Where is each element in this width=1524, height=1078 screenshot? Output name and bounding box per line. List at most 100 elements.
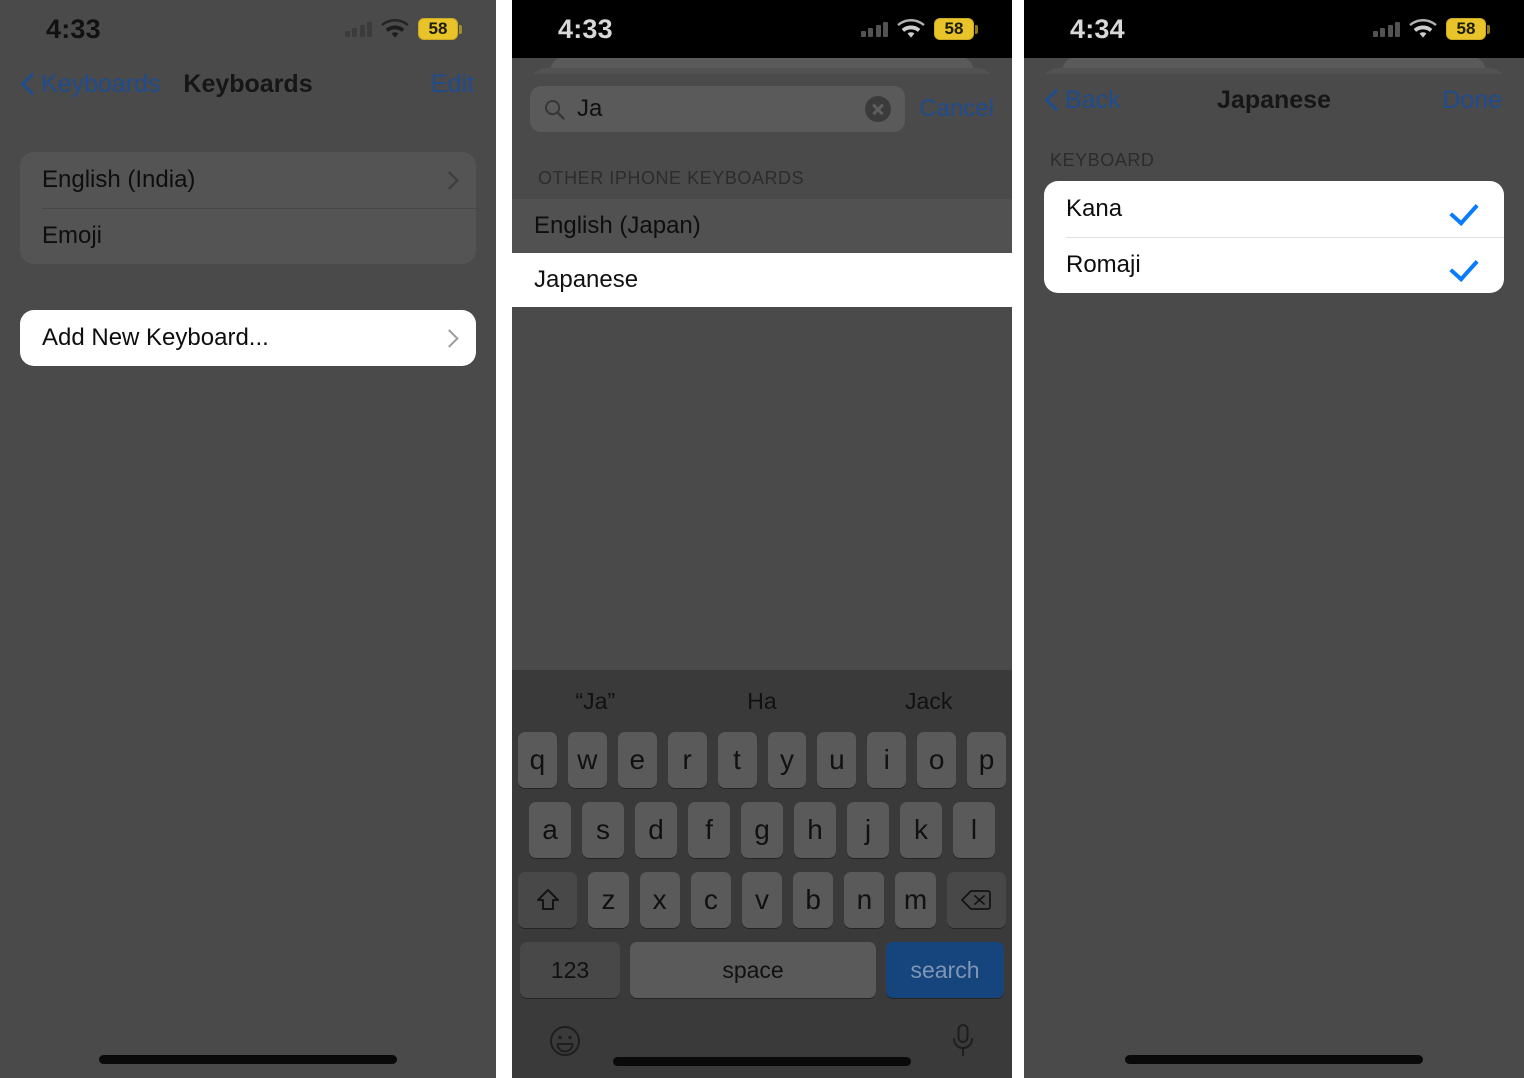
numbers-key[interactable]: 123: [520, 942, 620, 998]
chevron-right-icon: [443, 171, 454, 190]
key-o[interactable]: o: [917, 732, 957, 788]
key-m[interactable]: m: [895, 872, 936, 928]
back-button-label: Back: [1065, 85, 1121, 114]
battery-nub: [459, 24, 462, 34]
home-indicator: [1125, 1055, 1423, 1064]
prediction-1[interactable]: Ha: [679, 688, 846, 715]
emoji-key[interactable]: [548, 1024, 582, 1063]
key-t[interactable]: t: [717, 732, 757, 788]
key-r[interactable]: r: [667, 732, 707, 788]
battery-percent: 58: [418, 18, 458, 40]
battery-nub: [1487, 24, 1490, 34]
key-a[interactable]: a: [529, 802, 571, 858]
battery-percent: 58: [1446, 18, 1486, 40]
add-new-keyboard-card: Add New Keyboard...: [20, 310, 476, 366]
back-button-label: Keyboards: [41, 69, 161, 98]
key-n[interactable]: n: [844, 872, 885, 928]
key-k[interactable]: k: [900, 802, 942, 858]
clear-circle-icon[interactable]: [865, 96, 892, 122]
keyboard-rows: q w e r t y u i o p a s d f g h j k l z …: [512, 732, 1012, 998]
space-key[interactable]: space: [630, 942, 876, 998]
panel-divider: [496, 0, 512, 1078]
wifi-icon: [381, 18, 409, 38]
key-i[interactable]: i: [867, 732, 907, 788]
key-d[interactable]: d: [635, 802, 677, 858]
edit-button[interactable]: Edit: [431, 70, 474, 99]
list-item-label: English (India): [42, 166, 196, 193]
option-row-romaji[interactable]: Romaji: [1044, 237, 1504, 293]
key-x[interactable]: x: [639, 872, 680, 928]
key-y[interactable]: y: [767, 732, 807, 788]
key-b[interactable]: b: [793, 872, 834, 928]
dictation-key[interactable]: [950, 1023, 976, 1064]
done-button-label: Done: [1442, 85, 1502, 114]
key-w[interactable]: w: [567, 732, 607, 788]
status-bar: 4:33 58: [512, 0, 1012, 58]
key-e[interactable]: e: [617, 732, 657, 788]
wifi-icon: [897, 18, 925, 38]
edit-button-label: Edit: [430, 69, 474, 98]
key-f[interactable]: f: [688, 802, 730, 858]
key-z[interactable]: z: [588, 872, 629, 928]
search-input-value: Ja: [577, 95, 603, 122]
add-new-keyboard-label: Add New Keyboard...: [42, 324, 269, 351]
add-keyboard-sheet: Ja Cancel OTHER IPHONE KEYBOARDS English…: [512, 74, 1012, 1078]
chevron-right-icon: [443, 329, 454, 348]
return-search-key[interactable]: search: [886, 942, 1004, 998]
key-p[interactable]: p: [967, 732, 1007, 788]
done-button[interactable]: Done: [1442, 86, 1502, 115]
key-h[interactable]: h: [794, 802, 836, 858]
chevron-left-icon: [22, 73, 34, 95]
battery-indicator: 58: [1446, 18, 1490, 40]
option-label: Kana: [1066, 195, 1123, 222]
status-bar-indicators: 58: [1372, 18, 1490, 40]
option-row-kana[interactable]: Kana: [1044, 181, 1504, 237]
prediction-2[interactable]: Jack: [845, 688, 1012, 715]
cancel-button[interactable]: Cancel: [919, 95, 994, 123]
active-keyboards-card: English (India) Emoji: [20, 152, 476, 264]
key-v[interactable]: v: [741, 872, 783, 928]
keyboard-row-2: a s d f g h j k l: [518, 802, 1006, 858]
battery-indicator: 58: [934, 18, 978, 40]
key-j[interactable]: j: [847, 802, 889, 858]
key-u[interactable]: u: [817, 732, 857, 788]
back-button[interactable]: Keyboards: [22, 70, 161, 99]
microphone-icon: [953, 1023, 973, 1056]
prediction-0[interactable]: “Ja”: [512, 688, 679, 715]
search-icon: [545, 99, 565, 120]
section-header-keyboard: KEYBOARD: [1050, 150, 1155, 170]
back-button[interactable]: Back: [1046, 86, 1121, 115]
search-bar: Ja Cancel: [512, 74, 1012, 144]
wifi-icon: [1409, 18, 1437, 38]
result-row-japanese[interactable]: Japanese: [512, 253, 1012, 307]
key-c[interactable]: c: [690, 872, 731, 928]
status-bar: 4:33 58: [0, 0, 496, 58]
battery-percent: 58: [934, 18, 974, 40]
navigation-bar: Back Japanese Done: [1024, 74, 1524, 126]
checkmark-icon: [1452, 250, 1482, 280]
japanese-keyboard-options-card: Kana Romaji: [1044, 181, 1504, 293]
key-g[interactable]: g: [741, 802, 783, 858]
list-item-emoji[interactable]: Emoji: [20, 208, 476, 264]
result-label: English (Japan): [534, 212, 701, 239]
status-bar-time: 4:34: [1070, 13, 1125, 44]
search-input[interactable]: Ja: [530, 86, 906, 132]
key-q[interactable]: q: [517, 732, 557, 788]
result-row-english-japan[interactable]: English (Japan): [512, 199, 1012, 253]
key-s[interactable]: s: [582, 802, 624, 858]
key-l[interactable]: l: [953, 802, 995, 858]
search-results-list: English (Japan) Japanese: [512, 199, 1012, 307]
panel-divider: [1012, 0, 1024, 1078]
panel-add-keyboard-search: 4:33 58 Ja Cancel OTHER IPHONE KEYBOARDS…: [512, 0, 1012, 1078]
onscreen-keyboard: “Ja” Ha Jack q w e r t y u i o p a s d f…: [512, 670, 1012, 1078]
predictive-text-bar: “Ja” Ha Jack: [512, 670, 1012, 732]
add-new-keyboard-button[interactable]: Add New Keyboard...: [20, 310, 476, 366]
keyboard-row-4: 123 space search: [518, 942, 1006, 998]
status-bar-indicators: 58: [344, 18, 462, 40]
status-bar: 4:34 58: [1024, 0, 1524, 58]
shift-key[interactable]: [518, 872, 578, 928]
list-item-english-india[interactable]: English (India): [20, 152, 476, 208]
navigation-bar: Keyboards Keyboards Edit: [0, 58, 496, 110]
section-header-other-keyboards: OTHER IPHONE KEYBOARDS: [538, 168, 805, 188]
delete-key[interactable]: [946, 872, 1006, 928]
